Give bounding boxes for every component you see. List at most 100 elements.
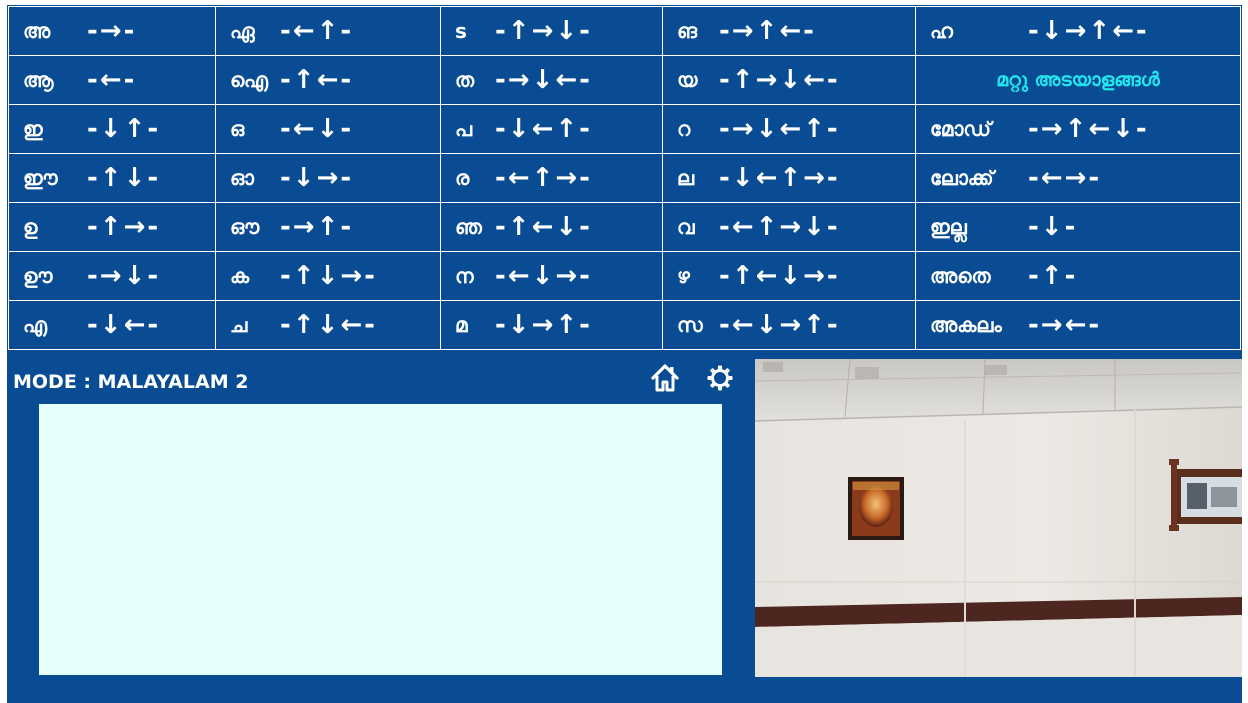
key-char: s [455,19,467,43]
key-cell[interactable]: റ -→↓←↑- [663,105,916,154]
key-sequence: -←↓→- [495,261,592,291]
mode-key[interactable]: മോഡ് -→↑←↓- [916,105,1241,154]
key-cell[interactable]: ന -←↓→- [441,252,663,301]
key-char: ലോക്ക് [930,166,994,190]
key-sequence: -←↓→↑- [719,310,840,340]
key-sequence: -↑↓- [87,163,161,193]
app-root: അ -→- ഏ -←↑- s -↑→↓- ങ -→↑←- ഹ -↓→↑←- ആ -←- ഐ-… [7,5,1242,703]
key-cell[interactable]: എ -↓←- [9,301,216,350]
output-text-area[interactable] [39,404,722,675]
key-sequence: -→↓←- [495,65,592,95]
key-cell[interactable]: ഈ -↑↓- [9,154,216,203]
no-key[interactable]: ഇല്ല -↓- [916,203,1241,252]
key-char: ഈ [23,166,58,190]
key-sequence: -↓- [1028,212,1078,242]
key-cell[interactable]: ഴ -↑←↓→- [663,252,916,301]
key-sequence: -→↑←- [719,16,816,46]
key-char: റ [677,117,691,141]
key-sequence: -←→- [1028,163,1102,193]
key-cell[interactable]: ര -←↑→- [441,154,663,203]
home-button[interactable] [648,361,682,395]
key-cell[interactable]: ച -↑↓←- [216,301,441,350]
gear-icon [707,365,733,391]
key-sequence: -↑→- [87,212,161,242]
gesture-keyboard-grid: അ -→- ഏ -←↑- s -↑→↓- ങ -→↑←- ഹ -↓→↑←- ആ -←- ഐ-… [8,6,1241,350]
key-char: ഴ [677,264,690,288]
key-cell[interactable]: ല -↓←↑→- [663,154,916,203]
key-cell[interactable]: ഓ -↓→- [216,154,441,203]
key-sequence: -←↑- [280,16,354,46]
key-char: യ [677,68,698,92]
key-cell[interactable]: s -↑→↓- [441,7,663,56]
key-sequence: -↑↓←- [280,310,377,340]
key-cell[interactable]: ങ -→↑←- [663,7,916,56]
key-cell[interactable]: ഏ -←↑- [216,7,441,56]
key-char: ന [455,264,474,288]
key-sequence: -→↑- [280,212,354,242]
key-sequence: -↑→↓- [495,16,592,46]
other-symbols-key[interactable]: മറ്റു അടയാളങ്ങൾ [916,56,1241,105]
key-sequence: -→←- [1028,310,1102,340]
other-symbols-label: മറ്റു അടയാളങ്ങൾ [996,69,1160,91]
key-char: ഔ [230,215,260,239]
key-char: ഇ [23,117,43,141]
key-cell[interactable]: ഞ -↑←↓- [441,203,663,252]
key-sequence: -←↓- [280,114,354,144]
key-char: പ [455,117,473,141]
key-char: എ [23,313,48,337]
key-sequence: -↓←- [87,310,161,340]
key-cell[interactable]: ആ -←- [9,56,216,105]
key-cell[interactable]: വ -←↑→↓- [663,203,916,252]
lock-key[interactable]: ലോക്ക് -←→- [916,154,1241,203]
key-char: അകലം [930,313,1002,337]
key-sequence: -↑↓→- [280,261,377,291]
key-sequence: -↓→- [280,163,354,193]
key-char: ല [677,166,695,190]
key-sequence: -↑←↓- [495,212,592,242]
key-cell[interactable]: യ -↑→↓←- [663,56,916,105]
key-sequence: -↓→↑←- [1028,16,1149,46]
key-char: ത [455,68,475,92]
key-sequence: -←- [87,65,137,95]
key-char: ഉ [23,215,38,239]
key-char: അതെ [930,264,991,288]
mode-label: MODE : MALAYALAM 2 [13,371,249,393]
key-sequence: -↑←↓→- [719,261,840,291]
key-cell[interactable]: ഔ -→↑- [216,203,441,252]
key-cell[interactable]: ഹ -↓→↑←- [916,7,1241,56]
key-sequence: -↑- [1028,261,1078,291]
key-char: ക [230,264,250,288]
space-key[interactable]: അകലം -→←- [916,301,1241,350]
key-char: ഊ [23,264,53,288]
yes-key[interactable]: അതെ -↑- [916,252,1241,301]
key-cell[interactable]: ഊ -→↓- [9,252,216,301]
key-cell[interactable]: ഉ -↑→- [9,203,216,252]
key-sequence: -→↓- [87,261,161,291]
key-char: മോഡ് [930,117,991,141]
key-sequence: -↑←- [280,65,354,95]
settings-button[interactable] [703,361,737,395]
key-sequence: -↓←↑- [495,114,592,144]
key-cell[interactable]: മ -↓→↑- [441,301,663,350]
key-cell[interactable]: ഒ -←↓- [216,105,441,154]
camera-feed [755,359,1242,677]
camera-feed-image [755,359,1242,677]
key-sequence: -↓←↑→- [719,163,840,193]
key-sequence: -↓↑- [87,114,161,144]
key-cell[interactable]: ത -→↓←- [441,56,663,105]
key-sequence: -→↓←↑- [719,114,840,144]
key-cell[interactable]: സ -←↓→↑- [663,301,916,350]
key-cell[interactable]: ഐ -↑←- [216,56,441,105]
key-cell[interactable]: ക -↑↓→- [216,252,441,301]
key-char: ച [230,313,248,337]
key-sequence: -↑→↓←- [719,65,840,95]
key-cell[interactable]: അ -→- [9,7,216,56]
key-cell[interactable]: പ -↓←↑- [441,105,663,154]
key-char: ആ [23,68,54,92]
home-icon [651,364,679,392]
key-char: സ [677,313,703,337]
key-sequence: -↓→↑- [495,310,592,340]
key-char: ര [455,166,470,190]
key-sequence: -←↑→↓- [719,212,840,242]
key-cell[interactable]: ഇ -↓↑- [9,105,216,154]
